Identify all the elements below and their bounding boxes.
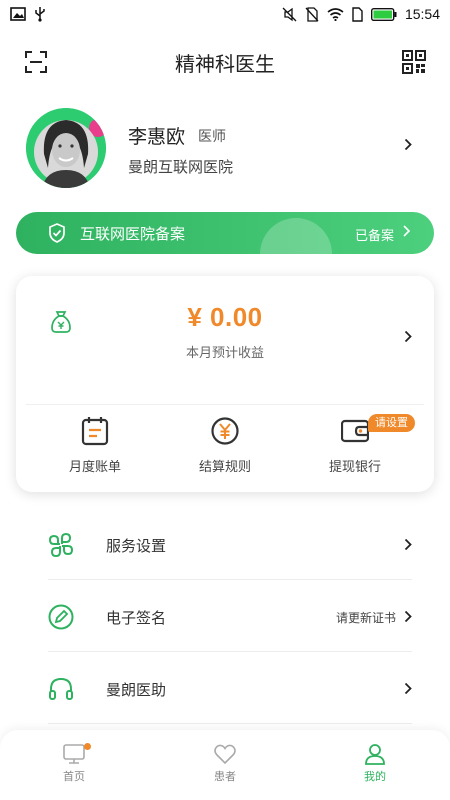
wifi-icon bbox=[327, 7, 344, 21]
tab-home[interactable]: 首页 bbox=[24, 730, 124, 800]
pen-circle-icon bbox=[48, 604, 74, 630]
tab-label: 我的 bbox=[364, 770, 386, 783]
page-title: 精神科医生 bbox=[175, 51, 275, 76]
update-certificate-note: 请更新证书 bbox=[335, 611, 396, 625]
doctor-name: 李惠欧 bbox=[128, 126, 186, 148]
scan-icon[interactable] bbox=[24, 50, 48, 74]
status-left bbox=[10, 6, 46, 22]
wallet-icon bbox=[341, 419, 369, 443]
avatar bbox=[26, 108, 106, 188]
tab-me[interactable]: 我的 bbox=[325, 730, 425, 800]
no-sim-icon bbox=[305, 6, 319, 22]
monthly-bill-button[interactable]: 月度账单 bbox=[40, 416, 150, 480]
menu-item-e-signature[interactable]: 电子签名 请更新证书 bbox=[48, 580, 412, 652]
menu-label: 电子签名 bbox=[106, 609, 167, 627]
doctor-title: 医师 bbox=[198, 129, 226, 145]
menu-item-assistant[interactable]: 曼朗医助 bbox=[48, 652, 412, 724]
sim-icon bbox=[352, 6, 363, 22]
battery-icon bbox=[370, 7, 397, 21]
withdraw-bank-label: 提现银行 bbox=[328, 460, 381, 475]
settlement-rules-label: 结算规则 bbox=[198, 460, 251, 475]
settlement-rules-button[interactable]: 结算规则 bbox=[170, 416, 280, 480]
menu-label: 服务设置 bbox=[106, 537, 167, 555]
calendar-bill-icon bbox=[81, 417, 109, 446]
chevron-right-icon bbox=[403, 225, 410, 237]
chevron-right-icon bbox=[404, 610, 412, 623]
chevron-right-icon bbox=[404, 538, 412, 551]
monitor-icon bbox=[63, 744, 85, 764]
income-amount-label: 本月预计收益 bbox=[185, 346, 264, 361]
notification-dot bbox=[84, 743, 91, 750]
setup-badge: 请设置 bbox=[368, 414, 415, 432]
record-status: 已备案 bbox=[354, 229, 394, 244]
card-divider bbox=[26, 404, 424, 405]
income-card: ¥ 0.00 本月预计收益 月度账单 结算规则 提现银行 请设置 bbox=[16, 276, 434, 492]
doctor-profile[interactable]: 李惠欧 医师 曼朗互联网医院 bbox=[26, 108, 424, 188]
tab-label: 首页 bbox=[63, 770, 85, 783]
status-time: 15:54 bbox=[404, 6, 440, 22]
doctor-hospital: 曼朗互联网医院 bbox=[128, 158, 234, 176]
clover-icon bbox=[48, 532, 74, 558]
hospital-record-banner[interactable]: 互联网医院备案 已备案 bbox=[16, 212, 434, 254]
person-icon bbox=[365, 744, 385, 765]
menu-item-service-settings[interactable]: 服务设置 bbox=[48, 508, 412, 580]
chevron-right-icon[interactable] bbox=[404, 330, 412, 343]
heart-icon bbox=[214, 744, 236, 765]
usb-icon bbox=[35, 7, 45, 22]
image-icon bbox=[10, 7, 26, 21]
income-amount: ¥ 0.00 bbox=[187, 302, 263, 332]
title-bar: 精神科医生 bbox=[0, 40, 450, 84]
status-bar: 15:54 bbox=[0, 0, 450, 28]
menu-label: 曼朗医助 bbox=[106, 681, 167, 699]
bottom-tab-bar: 首页 患者 我的 bbox=[0, 730, 450, 800]
banner-decoration bbox=[260, 218, 332, 254]
chevron-right-icon bbox=[404, 682, 412, 695]
tab-patients[interactable]: 患者 bbox=[175, 730, 275, 800]
mute-icon bbox=[282, 7, 297, 21]
status-right: 15:54 bbox=[282, 6, 440, 22]
shield-check-icon bbox=[49, 223, 65, 243]
chevron-right-icon bbox=[404, 138, 412, 151]
record-label: 互联网医院备案 bbox=[80, 225, 186, 243]
headset-icon bbox=[49, 677, 73, 700]
qr-code-icon[interactable] bbox=[402, 50, 426, 74]
tab-label: 患者 bbox=[214, 770, 236, 783]
monthly-bill-label: 月度账单 bbox=[68, 460, 121, 475]
yuan-coin-icon bbox=[211, 417, 239, 445]
settings-menu: 服务设置 电子签名 请更新证书 曼朗医助 bbox=[48, 508, 412, 724]
